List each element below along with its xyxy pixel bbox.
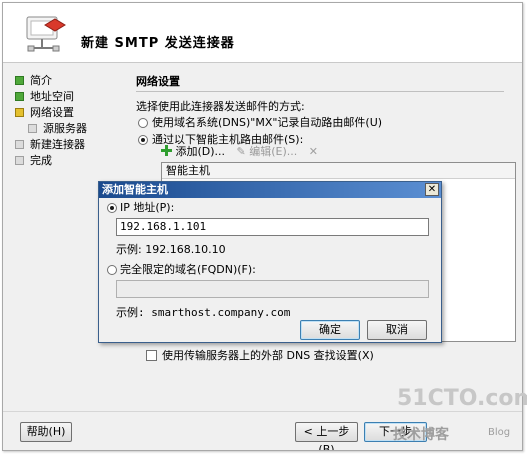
- step-complete: 完成: [15, 153, 125, 169]
- ip-address-input[interactable]: 192.168.1.101: [116, 218, 429, 236]
- routing-prompt: 选择使用此连接器发送邮件的方式:: [136, 100, 305, 113]
- radio-button[interactable]: [138, 118, 148, 128]
- cancel-button[interactable]: 取消: [367, 320, 427, 340]
- step-address-space: 地址空间: [15, 89, 125, 105]
- step-pending-icon: [28, 124, 37, 133]
- fqdn-input[interactable]: [116, 280, 429, 298]
- step-current-icon: [15, 108, 24, 117]
- fqdn-option[interactable]: 完全限定的域名(FQDN)(F):: [105, 262, 256, 278]
- watermark-site: 51CTO.com: [397, 386, 527, 411]
- radio-button[interactable]: [107, 265, 117, 275]
- step-done-icon: [15, 76, 24, 85]
- step-intro: 简介: [15, 73, 125, 89]
- external-dns-checkbox-row[interactable]: 使用传输服务器上的外部 DNS 查找设置(X): [146, 349, 374, 363]
- remove-button[interactable]: ✕: [309, 144, 318, 160]
- wizard-header: 新建 SMTP 发送连接器: [3, 3, 522, 63]
- dialog-title: 添加智能主机: [99, 182, 441, 198]
- add-icon: [161, 145, 172, 156]
- step-network-settings: 网络设置: [15, 105, 125, 121]
- section-title: 网络设置: [136, 73, 504, 92]
- wizard-title: 新建 SMTP 发送连接器: [81, 36, 235, 51]
- pencil-icon: ✎: [236, 145, 246, 158]
- list-column-header[interactable]: 智能主机: [162, 163, 515, 179]
- back-button[interactable]: < 上一步(B): [295, 422, 358, 450]
- watermark-text: 技术博客: [393, 427, 449, 443]
- close-icon[interactable]: ✕: [425, 183, 439, 196]
- delete-icon: ✕: [308, 145, 319, 158]
- radio-button-selected[interactable]: [138, 135, 148, 145]
- watermark-blog: Blog: [488, 427, 511, 438]
- external-dns-checkbox[interactable]: [146, 350, 157, 361]
- step-source-server: 源服务器: [28, 121, 125, 137]
- footer-divider: [3, 411, 522, 412]
- add-button[interactable]: 添加(D)...: [161, 144, 225, 160]
- ok-button[interactable]: 确定: [300, 320, 360, 340]
- wizard-steps: 简介 地址空间 网络设置 源服务器 新建连接器 完成: [15, 73, 125, 169]
- dns-route-option[interactable]: 使用域名系统(DNS)"MX"记录自动路由邮件(U): [136, 115, 516, 131]
- connector-wizard-icon: [26, 16, 66, 52]
- help-button[interactable]: 帮助(H): [20, 422, 72, 442]
- radio-button-selected[interactable]: [107, 203, 117, 213]
- step-pending-icon: [15, 140, 24, 149]
- fqdn-example: 示例: smarthost.company.com: [116, 306, 291, 319]
- add-smarthost-dialog: 添加智能主机 ✕ IP 地址(P): 192.168.1.101 示例: 192…: [98, 181, 442, 343]
- step-pending-icon: [15, 156, 24, 165]
- edit-button[interactable]: ✎ 编辑(E)...: [237, 144, 298, 160]
- network-settings-panel: 网络设置 选择使用此连接器发送邮件的方式: 使用域名系统(DNS)"MX"记录自…: [136, 73, 516, 148]
- ip-address-option[interactable]: IP 地址(P):: [105, 200, 174, 216]
- step-done-icon: [15, 92, 24, 101]
- ip-example: 示例: 192.168.10.10: [116, 243, 226, 256]
- smarthost-toolbar: 添加(D)... ✎ 编辑(E)... ✕: [161, 144, 326, 160]
- step-new-connector: 新建连接器: [15, 137, 125, 153]
